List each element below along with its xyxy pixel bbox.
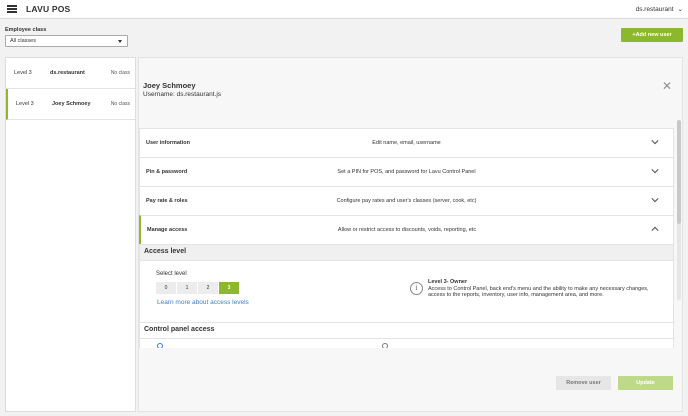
employee-class-select[interactable]: All classes bbox=[5, 35, 128, 47]
level-description: Level 3- Owner Access to Control Panel, … bbox=[428, 279, 658, 299]
level-button-2[interactable]: 2 bbox=[198, 282, 218, 294]
section-desc: Configure pay rates and user's classes (… bbox=[336, 198, 477, 204]
account-menu[interactable]: ds.restaurant ⌄ bbox=[636, 5, 683, 13]
detail-user-name: Joey Schmoey bbox=[143, 81, 196, 90]
chevron-down-icon bbox=[651, 169, 659, 174]
add-user-button[interactable]: +Add new user bbox=[621, 28, 683, 42]
section-pin-password[interactable]: Pin & password Set a PIN for POS, and pa… bbox=[139, 157, 674, 186]
caret-down-icon bbox=[118, 40, 122, 43]
settings-sections: User information Edit name, email, usern… bbox=[139, 128, 674, 348]
update-button[interactable]: Update bbox=[618, 376, 673, 390]
chevron-down-icon bbox=[651, 198, 659, 203]
divider bbox=[140, 338, 673, 339]
section-desc: Set a PIN for POS, and password for Lavu… bbox=[337, 169, 476, 175]
access-level-heading: Access level bbox=[139, 244, 674, 260]
section-desc: Edit name, email, username bbox=[372, 140, 441, 146]
user-class: No class bbox=[110, 70, 130, 76]
select-level-label: Select level bbox=[156, 271, 187, 277]
chevron-down-icon: ⌄ bbox=[677, 6, 683, 13]
radio-default-access[interactable] bbox=[157, 343, 163, 348]
scrollbar-thumb[interactable] bbox=[677, 120, 681, 224]
remove-user-button[interactable]: Remove user bbox=[556, 376, 611, 390]
learn-access-levels-link[interactable]: Learn more about access levels bbox=[157, 299, 249, 306]
control-panel-access: Control panel access bbox=[139, 322, 674, 348]
access-level-title: Access level bbox=[144, 248, 187, 255]
level-button-3[interactable]: 3 bbox=[219, 282, 239, 294]
chevron-down-icon bbox=[651, 140, 659, 145]
user-name: ds.restaurant bbox=[50, 70, 85, 76]
detail-header: Joey Schmoey Username: ds.restaurant.js bbox=[143, 81, 221, 98]
section-desc: Allow or restrict access to discounts, v… bbox=[337, 227, 477, 233]
level-selector: 0 1 2 3 bbox=[156, 282, 240, 294]
employee-class-value: All classes bbox=[10, 38, 36, 44]
user-level: Level 3 bbox=[14, 70, 32, 76]
user-row-selected[interactable]: Level 3 Joey Schmoey No class bbox=[6, 89, 135, 120]
section-pay-rate-roles[interactable]: Pay rate & roles Configure pay rates and… bbox=[139, 186, 674, 215]
account-name: ds.restaurant bbox=[635, 6, 674, 13]
level-button-1[interactable]: 1 bbox=[177, 282, 197, 294]
app-title: LAVU POS bbox=[26, 4, 71, 14]
employee-class-label: Employee class bbox=[5, 27, 47, 33]
user-name: Joey Schmoey bbox=[52, 101, 91, 107]
user-row[interactable]: Level 3 ds.restaurant No class bbox=[6, 58, 135, 89]
scrollbar[interactable] bbox=[677, 120, 681, 300]
control-panel-access-title: Control panel access bbox=[144, 326, 215, 333]
user-class: No class bbox=[110, 101, 130, 107]
top-bar: LAVU POS ds.restaurant ⌄ bbox=[0, 0, 688, 19]
level-description-text: Access to Control Panel, back end's menu… bbox=[428, 285, 649, 299]
user-level: Level 3 bbox=[16, 101, 34, 107]
radio-custom-access[interactable] bbox=[382, 343, 388, 348]
access-level-panel: Select level 0 1 2 3 Learn more about ac… bbox=[139, 260, 674, 322]
chevron-up-icon bbox=[651, 226, 659, 231]
info-icon: i bbox=[410, 282, 423, 295]
user-detail-panel: Joey Schmoey Username: ds.restaurant.js … bbox=[138, 57, 683, 412]
close-icon[interactable]: ✕ bbox=[662, 80, 672, 92]
detail-username: Username: ds.restaurant.js bbox=[143, 91, 222, 98]
section-manage-access[interactable]: Manage access Allow or restrict access t… bbox=[139, 215, 674, 244]
level-button-0[interactable]: 0 bbox=[156, 282, 176, 294]
menu-icon[interactable] bbox=[7, 5, 17, 13]
section-user-information[interactable]: User information Edit name, email, usern… bbox=[139, 128, 674, 157]
user-list: Level 3 ds.restaurant No class Level 3 J… bbox=[5, 57, 136, 412]
